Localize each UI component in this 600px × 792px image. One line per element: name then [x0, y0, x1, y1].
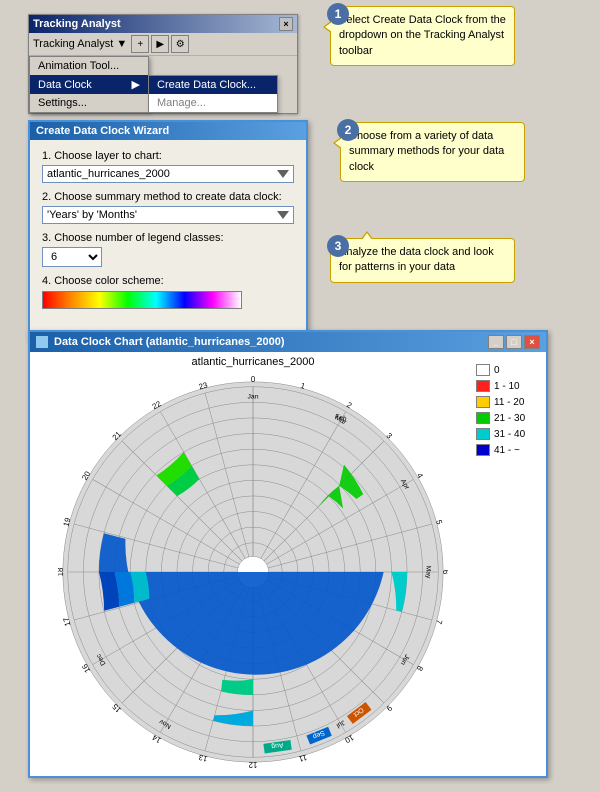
step2-label: 2. Choose summary method to create data …: [42, 191, 294, 203]
wizard-step-4: 4. Choose color scheme:: [42, 275, 294, 309]
menu-row: Animation Tool... Data Clock ▶ Create Da…: [29, 56, 297, 113]
svg-text:May: May: [425, 566, 432, 579]
chart-main-area: atlantic_hurricanes_2000: [34, 356, 472, 772]
svg-text:0: 0: [251, 375, 256, 384]
step1-label: 1. Choose layer to chart:: [42, 150, 294, 162]
callout-2-number: 2: [337, 119, 359, 141]
legend-item-0: 0: [476, 364, 538, 376]
legend-item-5: 41 - ~: [476, 444, 538, 456]
callout-2-text: Choose from a variety of data summary me…: [349, 130, 504, 173]
toolbar-controls-row: Tracking Analyst ▼ + ▶ ⚙: [29, 33, 297, 56]
wizard-body: 1. Choose layer to chart: atlantic_hurri…: [30, 140, 306, 327]
wizard-titlebar: Create Data Clock Wizard: [30, 122, 306, 140]
step4-label: 4. Choose color scheme:: [42, 275, 294, 287]
data-clock-svg: Jan Feb Mar Apr May Jun Jul Aug Sep Oct: [58, 372, 448, 772]
wizard-section: Create Data Clock Wizard 1. Choose layer…: [28, 120, 308, 341]
legend-label-2: 11 - 20: [494, 397, 524, 408]
step3-label: 3. Choose number of legend classes:: [42, 232, 294, 244]
play-button[interactable]: ▶: [151, 35, 169, 53]
add-button[interactable]: +: [131, 35, 149, 53]
svg-text:6: 6: [441, 570, 448, 574]
tracking-analyst-toolbar: Tracking Analyst × Tracking Analyst ▼ + …: [28, 14, 298, 114]
legend-label-0: 0: [494, 365, 500, 376]
legend-item-4: 31 - 40: [476, 428, 538, 440]
create-data-clock-item[interactable]: Create Data Clock...: [149, 76, 277, 94]
anim-tool-item[interactable]: Animation Tool...: [30, 57, 148, 75]
legend-swatch-0: [476, 364, 490, 376]
settings-item[interactable]: Settings...: [30, 94, 148, 112]
data-clock-item[interactable]: Data Clock ▶ Create Data Clock... Manage…: [30, 75, 148, 94]
close-button[interactable]: ×: [524, 335, 540, 349]
close-icon[interactable]: ×: [279, 17, 293, 31]
chart-legend: 0 1 - 10 11 - 20 21 - 30 31 - 40: [472, 356, 542, 772]
callout-3: 3 Analyze the data clock and look for pa…: [330, 238, 515, 283]
toolbar-window: Tracking Analyst × Tracking Analyst ▼ + …: [28, 14, 298, 114]
callout-2: 2 Choose from a variety of data summary …: [340, 122, 525, 182]
callout-1: 1 Select Create Data Clock from the drop…: [330, 6, 515, 66]
manage-item[interactable]: Manage...: [149, 94, 277, 112]
svg-text:Jan: Jan: [248, 393, 259, 400]
chart-section: Data Clock Chart (atlantic_hurricanes_20…: [28, 330, 548, 778]
legend-label-1: 1 - 10: [494, 381, 520, 392]
legend-item-3: 21 - 30: [476, 412, 538, 424]
wizard-step-3: 3. Choose number of legend classes: 6: [42, 232, 294, 267]
svg-text:18: 18: [58, 568, 65, 577]
settings-button[interactable]: ⚙: [171, 35, 189, 53]
summary-method-select[interactable]: 'Years' by 'Months': [42, 206, 294, 224]
color-scheme-bar[interactable]: [42, 291, 242, 309]
legend-label-3: 21 - 30: [494, 413, 525, 424]
toolbar-title: Tracking Analyst: [33, 18, 121, 30]
svg-text:2: 2: [345, 400, 353, 410]
layer-select[interactable]: atlantic_hurricanes_2000: [42, 165, 294, 183]
legend-label-5: 41 - ~: [494, 445, 520, 456]
legend-swatch-4: [476, 428, 490, 440]
chart-titlebar: Data Clock Chart (atlantic_hurricanes_20…: [30, 332, 546, 352]
callout-3-number: 3: [327, 235, 349, 257]
callout-3-text: Analyze the data clock and look for patt…: [339, 246, 494, 273]
wizard-title: Create Data Clock Wizard: [36, 125, 169, 137]
svg-text:8: 8: [415, 664, 425, 672]
wizard-window: Create Data Clock Wizard 1. Choose layer…: [28, 120, 308, 341]
legend-swatch-5: [476, 444, 490, 456]
chart-subtitle: atlantic_hurricanes_2000: [34, 356, 472, 368]
legend-swatch-1: [476, 380, 490, 392]
chart-body: atlantic_hurricanes_2000: [30, 352, 546, 776]
callout-1-number: 1: [327, 3, 349, 25]
window-controls: _ □ ×: [488, 335, 540, 349]
maximize-button[interactable]: □: [506, 335, 522, 349]
chart-title: Data Clock Chart (atlantic_hurricanes_20…: [54, 336, 284, 348]
legend-swatch-2: [476, 396, 490, 408]
toolbar-titlebar: Tracking Analyst ×: [29, 15, 297, 33]
submenu-panel: Animation Tool... Data Clock ▶ Create Da…: [29, 56, 149, 113]
data-clock-submenu: Create Data Clock... Manage...: [148, 75, 278, 113]
svg-text:12: 12: [249, 760, 258, 769]
legend-swatch-3: [476, 412, 490, 424]
wizard-step-2: 2. Choose summary method to create data …: [42, 191, 294, 224]
minimize-button[interactable]: _: [488, 335, 504, 349]
callout-1-text: Select Create Data Clock from the dropdo…: [339, 14, 506, 57]
legend-item-2: 11 - 20: [476, 396, 538, 408]
wizard-step-1: 1. Choose layer to chart: atlantic_hurri…: [42, 150, 294, 183]
legend-classes-select[interactable]: 6: [42, 247, 102, 267]
chart-window: Data Clock Chart (atlantic_hurricanes_20…: [28, 330, 548, 778]
chart-icon: [36, 336, 48, 348]
legend-label-4: 31 - 40: [494, 429, 525, 440]
data-clock-label: Data Clock: [38, 79, 92, 91]
toolbar-label: Tracking Analyst ▼: [33, 38, 127, 50]
svg-text:5: 5: [434, 519, 444, 526]
legend-item-1: 1 - 10: [476, 380, 538, 392]
submenu-arrow-icon: ▶: [124, 78, 140, 91]
